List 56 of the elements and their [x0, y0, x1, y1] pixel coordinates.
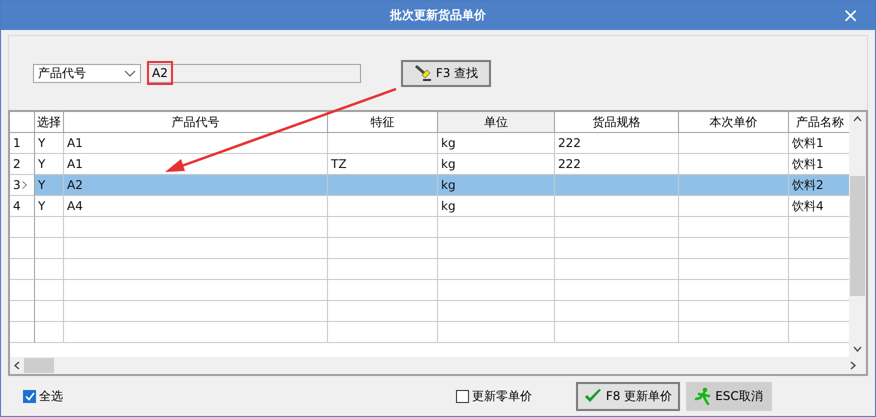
column-header[interactable]: 本次单价 [679, 112, 789, 133]
close-button[interactable]: × [838, 4, 863, 26]
table-cell: TZ [331, 157, 347, 171]
row-number: 3 [13, 178, 21, 192]
horizontal-scrollbar[interactable] [10, 357, 866, 374]
cancel-button[interactable]: ESC取消 [686, 382, 772, 410]
column-header[interactable]: 产品代号 [64, 112, 328, 133]
column-header[interactable]: 选择 [35, 112, 64, 133]
select-all-checkbox[interactable]: 全选 [23, 388, 63, 404]
search-field[interactable]: A2 [147, 64, 361, 82]
row-pointer-icon [22, 181, 27, 189]
table-row[interactable]: 2 Y A1 TZ kg 222 饮料1 [10, 154, 849, 175]
scroll-up-icon[interactable] [853, 116, 862, 122]
row-number: 1 [13, 136, 21, 150]
checkmark-icon [584, 388, 602, 404]
table-cell: A4 [67, 199, 83, 213]
table-cell: 饮料1 [792, 156, 824, 172]
table-cell: Y [38, 178, 46, 192]
column-header[interactable]: 货品规格 [555, 112, 679, 133]
flashlight-icon [414, 65, 432, 81]
checkmark-icon [24, 392, 34, 400]
table-row[interactable]: 1 Y A1 kg 222 饮料1 [10, 133, 849, 154]
update-zero-checkbox[interactable]: 更新零单价 [456, 388, 532, 404]
table-row[interactable]: 3 Y A2 kg 饮料2 [10, 175, 849, 196]
table-cell: A1 [67, 157, 83, 171]
column-header[interactable]: 特征 [328, 112, 438, 133]
table-cell: 饮料4 [792, 198, 824, 214]
table-cell: 222 [558, 136, 581, 150]
scroll-down-icon[interactable] [853, 346, 862, 352]
table-cell: Y [38, 136, 46, 150]
table-cell: kg [441, 136, 456, 150]
chevron-down-icon [124, 70, 136, 76]
column-header[interactable]: 单位 [438, 112, 555, 133]
table-cell: 222 [558, 157, 581, 171]
field-dropdown[interactable]: 产品代号 [33, 64, 141, 82]
table-cell: kg [441, 199, 456, 213]
find-button[interactable]: F3 查找 [401, 60, 491, 86]
table-row[interactable]: 4 Y A4 kg 饮料4 [10, 196, 849, 217]
table-cell: kg [441, 178, 456, 192]
table-cell: Y [38, 157, 46, 171]
row-number: 4 [13, 199, 21, 213]
vertical-scrollbar[interactable] [849, 112, 866, 357]
update-price-button[interactable]: F8 更新单价 [576, 382, 680, 410]
table-cell: 饮料2 [792, 176, 824, 194]
scroll-right-icon[interactable] [850, 361, 856, 370]
row-number: 2 [13, 157, 21, 171]
table-cell: kg [441, 157, 456, 171]
scroll-thumb[interactable] [24, 358, 54, 373]
table-cell: 饮料1 [792, 134, 824, 152]
table-cell: Y [38, 199, 46, 213]
scroll-thumb[interactable] [850, 176, 865, 296]
window-title: 批次更新货品单价 [390, 7, 486, 24]
table-cell: A2 [67, 178, 83, 192]
scroll-left-icon[interactable] [14, 361, 20, 370]
table-cell: A1 [67, 136, 83, 150]
running-figure-icon [695, 387, 712, 405]
